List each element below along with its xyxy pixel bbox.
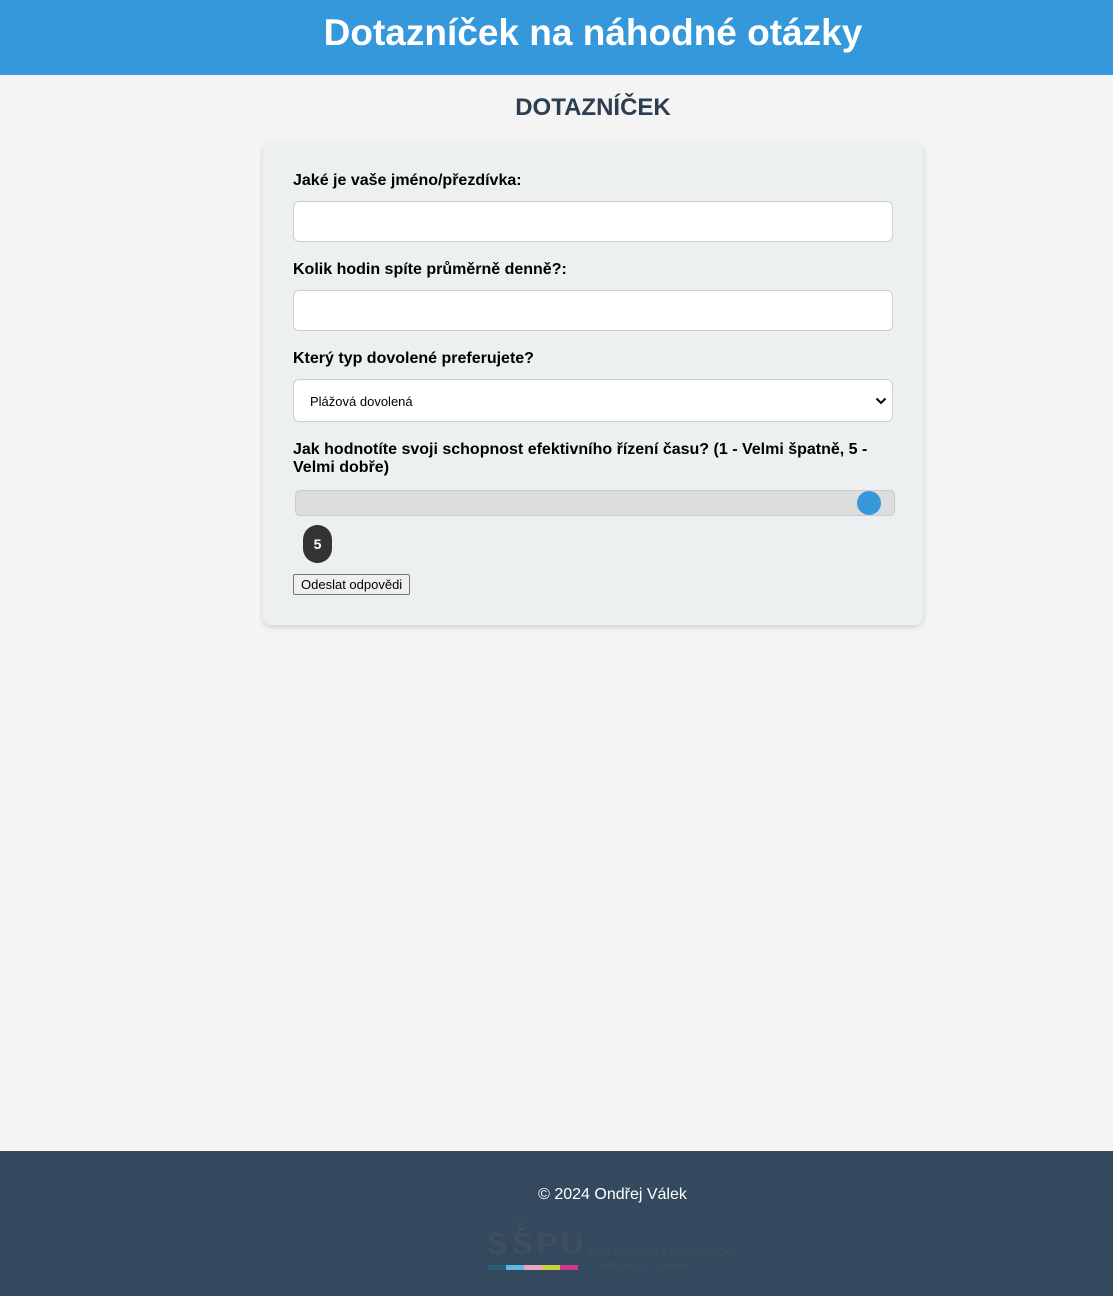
site-footer: © 2024 Ondřej Válek SŠPU STŘEDNÍ ŠKOLA P…: [0, 1151, 1113, 1296]
site-title: Dotazníček na náhodné otázky: [323, 12, 863, 53]
logo-bar: [506, 1265, 524, 1270]
logo-bar: [524, 1265, 542, 1270]
logo-text-line2: A UMĚLECKÁ, OPAVA: [587, 1261, 689, 1272]
logo-text: STŘEDNÍ ŠKOLA PRŮMYSLOVÁ A UMĚLECKÁ, OPA…: [587, 1247, 739, 1273]
vacation-type-select[interactable]: Plážová dovolená: [293, 379, 893, 422]
logo-bar: [488, 1265, 506, 1270]
sleep-hours-input[interactable]: [293, 290, 893, 331]
questionnaire-form: Jaké je vaše jméno/přezdívka: Kolik hodi…: [263, 143, 923, 625]
name-input[interactable]: [293, 201, 893, 242]
vacation-type-label: Který typ dovolené preferujete?: [293, 350, 534, 367]
logo-color-bars: [488, 1265, 578, 1270]
sspu-logo: SŠPU STŘEDNÍ ŠKOLA PRŮMYSLOVÁ A UMĚLECKÁ…: [487, 1218, 747, 1278]
time-management-slider[interactable]: [295, 490, 895, 516]
name-label: Jaké je vaše jméno/přezdívka:: [293, 172, 522, 189]
site-header: Dotazníček na náhodné otázky: [0, 0, 1113, 75]
slider-value-badge: 5: [303, 525, 332, 563]
slider-thumb[interactable]: [857, 491, 881, 515]
vacation-type-selected-value: Plážová dovolená: [310, 394, 413, 409]
chevron-down-icon: [874, 391, 888, 411]
logo-bar: [560, 1265, 578, 1270]
logo-bar: [542, 1265, 560, 1270]
logo-text-line1: STŘEDNÍ ŠKOLA PRŮMYSLOVÁ: [587, 1248, 739, 1259]
time-management-label: Jak hodnotíte svoji schopnost efektivníh…: [293, 441, 868, 476]
submit-button[interactable]: Odeslat odpovědi: [293, 574, 411, 595]
logo-mark: SŠPU: [487, 1226, 588, 1261]
page-heading: DOTAZNÍČEK: [515, 94, 671, 121]
sleep-hours-label: Kolik hodin spíte průměrně denně?:: [293, 261, 567, 278]
copyright-text: © 2024 Ondřej Válek: [538, 1186, 687, 1203]
